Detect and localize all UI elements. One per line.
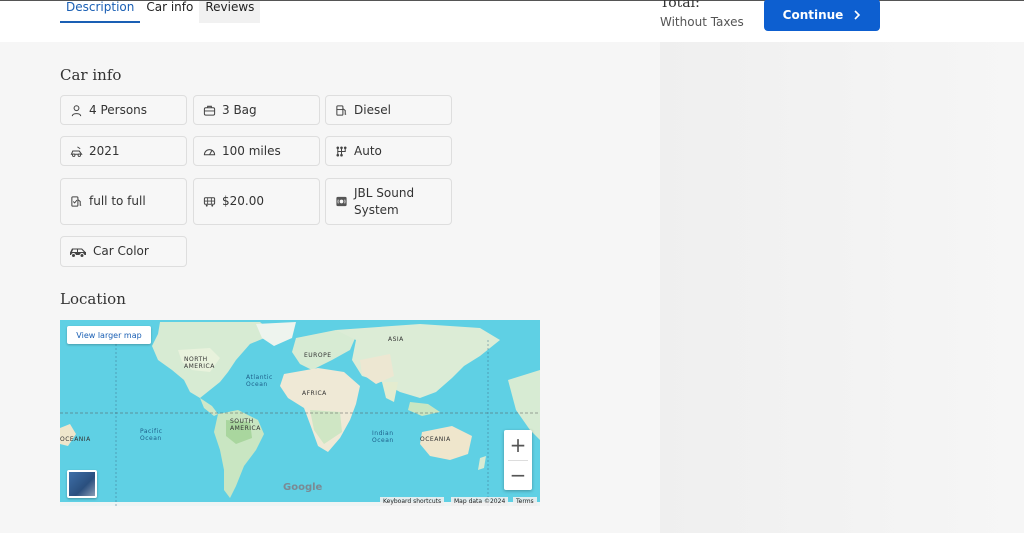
- sidebar-background: [660, 42, 1024, 533]
- feature-label: Diesel: [354, 102, 391, 117]
- feature-fuel: Diesel: [325, 95, 452, 125]
- map-zoom-control: + −: [504, 430, 532, 490]
- view-larger-map-button[interactable]: View larger map: [67, 326, 151, 344]
- top-bar: Description Car info Reviews Total: With…: [0, 0, 1024, 42]
- feature-car-color: Car Color: [60, 236, 187, 267]
- speedometer-icon: [202, 144, 216, 158]
- fuel-icon: [334, 103, 348, 117]
- total-label: Total:: [660, 0, 700, 11]
- feature-label: full to full: [89, 194, 146, 208]
- person-icon: [69, 103, 83, 117]
- location-title: Location: [60, 290, 126, 308]
- map-label-oceania-right: OCEANIA: [420, 436, 451, 443]
- tab-reviews[interactable]: Reviews: [199, 1, 261, 23]
- map-label-africa: AFRICA: [302, 390, 327, 397]
- car-info-title: Car info: [60, 66, 122, 84]
- feature-label: 100 miles: [222, 143, 281, 158]
- bag-icon: [202, 103, 216, 117]
- continue-label: Continue: [782, 8, 844, 22]
- zoom-divider: [508, 460, 528, 461]
- location-map[interactable]: NORTH AMERICA EUROPE ASIA AFRICA SOUTH AME…: [60, 320, 540, 506]
- keyboard-shortcuts-link[interactable]: Keyboard shortcuts: [380, 497, 445, 506]
- feature-year: 2021: [60, 136, 187, 166]
- zoom-out-button[interactable]: −: [504, 460, 532, 490]
- feature-label: JBL Sound System: [354, 185, 415, 217]
- tax-label: Without Taxes: [660, 15, 744, 29]
- world-map-graphic: [60, 320, 540, 506]
- speaker-icon: [334, 195, 348, 209]
- feature-bags: 3 Bag: [193, 95, 320, 125]
- feature-mileage: 100 miles: [193, 136, 320, 166]
- feature-deposit: $20.00: [193, 178, 320, 225]
- map-label-europe: EUROPE: [304, 352, 332, 359]
- feature-label: 4 Persons: [89, 102, 148, 117]
- tab-bar: Description Car info Reviews: [60, 1, 261, 23]
- feature-label: 2021: [89, 143, 120, 158]
- transmission-icon: [334, 144, 348, 158]
- feature-label: $20.00: [222, 194, 264, 208]
- chevron-right-icon: [854, 10, 861, 20]
- map-data-label: Map data ©2024: [451, 497, 509, 506]
- fuel-policy-icon: [69, 195, 83, 209]
- zoom-in-button[interactable]: +: [504, 430, 532, 460]
- car-year-icon: [69, 144, 83, 158]
- tab-description[interactable]: Description: [60, 1, 141, 23]
- feature-fuel-policy: full to full: [60, 178, 187, 225]
- map-label-south-america: SOUTH AMERICA: [230, 418, 261, 432]
- feature-sound-system: JBL Sound System: [325, 178, 452, 225]
- satellite-toggle-thumbnail[interactable]: [67, 470, 97, 498]
- feature-label: Auto: [354, 143, 382, 158]
- deposit-icon: [202, 195, 216, 209]
- google-logo: Google: [283, 482, 323, 493]
- terms-link[interactable]: Terms: [513, 497, 537, 506]
- feature-label: 3 Bag: [222, 102, 257, 117]
- feature-transmission: Auto: [325, 136, 452, 166]
- map-label-oceania-left: OCEANIA: [60, 436, 91, 443]
- continue-button[interactable]: Continue: [764, 0, 880, 31]
- map-label-atlantic: Atlantic Ocean: [246, 374, 273, 388]
- map-label-indian: Indian Ocean: [372, 430, 394, 444]
- feature-label: Car Color: [93, 244, 149, 258]
- car-icon: [69, 245, 87, 259]
- map-label-pacific: Pacific Ocean: [140, 428, 163, 442]
- map-label-asia: ASIA: [388, 336, 404, 343]
- tab-car-info[interactable]: Car info: [140, 1, 199, 23]
- map-label-north-america: NORTH AMERICA: [184, 356, 215, 370]
- feature-persons: 4 Persons: [60, 95, 187, 125]
